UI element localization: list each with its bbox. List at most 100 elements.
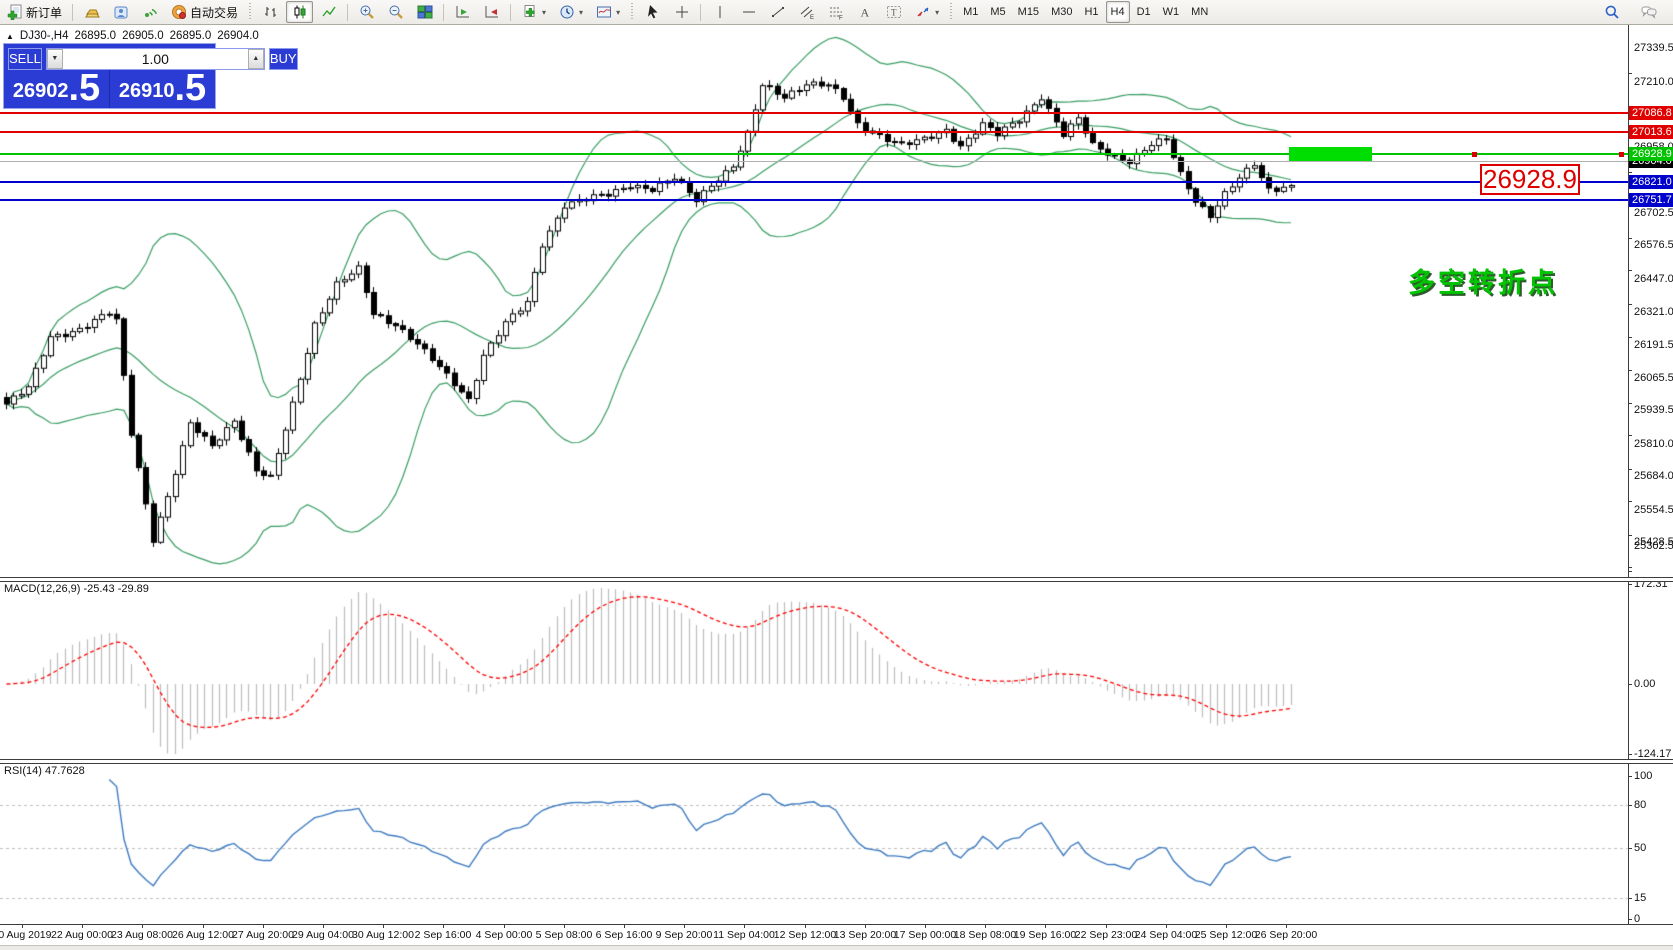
volume-decrease-button[interactable]: ▼	[47, 49, 63, 69]
zoom-out-icon	[387, 4, 404, 21]
horizontal-line-object[interactable]	[0, 131, 1628, 133]
horizontal-line-object[interactable]	[0, 112, 1628, 114]
horizontal-line-object[interactable]	[0, 199, 1628, 201]
toolbar-drag-handle[interactable]	[949, 3, 953, 21]
hline-price-badge: 26821.0	[1629, 175, 1673, 189]
timeframe-w1[interactable]: W1	[1158, 1, 1185, 23]
crosshair-button[interactable]	[668, 1, 695, 23]
price-tick-mark	[1628, 270, 1632, 271]
rsi-tick-mark	[1628, 848, 1632, 849]
text-label-button[interactable]: T	[880, 1, 907, 23]
macd-tick-mark	[1628, 684, 1632, 685]
sell-price-pips: .5	[68, 70, 100, 106]
line-chart-button[interactable]	[315, 1, 342, 23]
pane-separator-macd[interactable]	[0, 577, 1673, 582]
timeframe-h1[interactable]: H1	[1079, 1, 1103, 23]
timeframe-m30[interactable]: M30	[1046, 1, 1077, 23]
toolbar-drag-handle[interactable]	[248, 3, 252, 21]
highlight-rectangle-object[interactable]	[1289, 147, 1372, 161]
time-axis[interactable]	[0, 924, 1673, 925]
hline-price-badge: 27086.8	[1629, 106, 1673, 120]
svg-text:E: E	[810, 15, 814, 20]
bars-icon	[262, 4, 279, 21]
dropdown-caret-icon[interactable]: ▾	[542, 8, 546, 17]
sell-price[interactable]: 26902 .5	[4, 70, 110, 108]
zoom-in-button[interactable]	[353, 1, 380, 23]
dropdown-caret-icon[interactable]: ▾	[935, 8, 939, 17]
chart-text-annotation[interactable]: 多空转折点	[1408, 261, 1558, 300]
dropdown-caret-icon[interactable]: ▾	[616, 8, 620, 17]
toolbar-drag-handle[interactable]	[630, 3, 634, 21]
profile-icon	[112, 4, 129, 21]
horizontal-line-object[interactable]	[0, 153, 1628, 155]
symbol-period-label: DJ30-,H4	[20, 30, 69, 42]
time-tick-mark	[1106, 924, 1107, 928]
auto-trading-button[interactable]: 自动交易	[165, 1, 243, 23]
price-tick-label: 26702.5	[1634, 207, 1673, 219]
timeframe-mn[interactable]: MN	[1186, 1, 1213, 23]
profiles-button[interactable]	[107, 1, 134, 23]
trendline-button[interactable]	[764, 1, 791, 23]
bar-chart-button[interactable]	[257, 1, 284, 23]
vertical-line-button[interactable]	[706, 1, 733, 23]
time-tick-mark	[744, 924, 745, 928]
object-handle[interactable]	[1472, 152, 1477, 157]
timeframe-h4[interactable]: H4	[1106, 1, 1130, 23]
timeframe-d1-label: D1	[1137, 6, 1151, 18]
collapse-arrow-icon[interactable]: ▲	[6, 32, 14, 41]
periods-button[interactable]: ▾	[553, 1, 588, 23]
pane-separator-rsi[interactable]	[0, 759, 1673, 764]
ohlc-close: 26904.0	[217, 30, 259, 42]
chart-canvas[interactable]	[0, 25, 1673, 950]
price-tick-mark	[1628, 337, 1632, 338]
templates-button[interactable]: ▾	[590, 1, 625, 23]
text-button[interactable]: A	[851, 1, 878, 23]
buy-price[interactable]: 26910 .5	[110, 70, 215, 108]
arrows-button[interactable]: ▾	[909, 1, 944, 23]
time-tick-label: 19 Sep 16:00	[1014, 929, 1076, 941]
price-callout-label[interactable]: 26928.9	[1480, 164, 1580, 195]
timeframe-m15[interactable]: M15	[1013, 1, 1044, 23]
horizontal-line-object[interactable]	[0, 181, 1628, 183]
object-handle[interactable]	[1619, 152, 1624, 157]
current-price-line	[0, 161, 1628, 162]
line-icon	[320, 4, 337, 21]
new-order-button[interactable]: 新订单	[1, 1, 67, 23]
time-tick-label: 5 Sep 08:00	[536, 929, 593, 941]
toolbar-buttons: 新订单 自动交易 ▾ ▾ ▾ E F A T ▾ M1M5M15M30H1H4 D1 W1MN	[0, 1, 1214, 23]
price-tick-mark	[1628, 370, 1632, 371]
tile-windows-button[interactable]	[411, 1, 438, 23]
dropdown-caret-icon[interactable]: ▾	[579, 8, 583, 17]
zoom-out-button[interactable]	[382, 1, 409, 23]
time-tick-mark	[443, 924, 444, 928]
new-chart-button[interactable]: ▾	[516, 1, 551, 23]
auto-scroll-button[interactable]	[449, 1, 476, 23]
chart-shift-button[interactable]	[478, 1, 505, 23]
equidistant-channel-button[interactable]: E	[793, 1, 820, 23]
autoscroll-icon	[454, 4, 471, 21]
price-tick-mark	[1628, 501, 1632, 502]
candlestick-chart-button[interactable]	[286, 1, 313, 23]
rsi-tick-label: 15	[1634, 892, 1646, 904]
volume-increase-button[interactable]: ▲	[248, 49, 264, 69]
timeframe-d1[interactable]: D1	[1132, 1, 1156, 23]
svg-text:T: T	[891, 8, 897, 18]
svg-text:F: F	[839, 16, 843, 21]
horizontal-line-button[interactable]	[735, 1, 762, 23]
cursor-button[interactable]	[639, 1, 666, 23]
timeframe-m5[interactable]: M5	[985, 1, 1010, 23]
sell-button[interactable]: SELL	[8, 48, 42, 70]
rsi-indicator-label: RSI(14) 47.7628	[4, 765, 85, 777]
chat-button[interactable]	[1635, 1, 1662, 23]
gold-button[interactable]	[78, 1, 105, 23]
time-tick-label: 12 Sep 12:00	[774, 929, 836, 941]
search-button[interactable]	[1598, 1, 1625, 23]
fibonacci-button[interactable]: F	[822, 1, 849, 23]
signals-button[interactable]	[136, 1, 163, 23]
trading-terminal-window: 新订单 自动交易 ▾ ▾ ▾ E F A T ▾ M1M5M15M30H1H4 D1 W1MN ▲ DJ…	[0, 0, 1673, 950]
volume-input[interactable]	[63, 49, 248, 69]
chat-icon	[1640, 4, 1657, 21]
timeframe-m1[interactable]: M1	[958, 1, 983, 23]
buy-button[interactable]: BUY	[269, 48, 298, 70]
shift-icon	[483, 4, 500, 21]
